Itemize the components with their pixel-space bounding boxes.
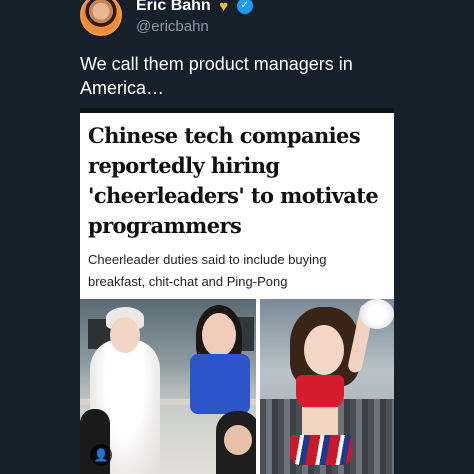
author-handle[interactable]: @ericbahn [136, 18, 209, 35]
author-avatar[interactable] [80, 0, 122, 36]
author-name[interactable]: Eric Bahn [136, 0, 211, 15]
tweet-screenshot: Eric Bahn ♥ ✓ @ericbahn We call them pro… [0, 0, 474, 474]
tweet-text: We call them product managers in America… [80, 54, 353, 98]
face-shape [224, 425, 252, 455]
article-photos [80, 299, 394, 474]
face-shape [110, 317, 140, 353]
article-subheadline: Cheerleader duties said to include buyin… [88, 252, 327, 289]
cheer-skirt [290, 435, 352, 465]
verified-badge-icon: ✓ [236, 0, 253, 14]
blue-top-person [190, 354, 250, 414]
torso-shape [302, 407, 338, 437]
cheerleader-photo [260, 299, 394, 474]
face-shape [304, 325, 344, 375]
face-shape [202, 313, 236, 357]
article-card[interactable]: Chinese tech companies reportedly hiring… [80, 108, 394, 474]
author-name-row: Eric Bahn ♥ ✓ [136, 0, 253, 16]
article-headline: Chinese tech companies reportedly hiring… [88, 123, 379, 238]
cheer-uniform-top [296, 375, 344, 409]
user-icon[interactable]: 👤 [90, 444, 112, 466]
pom-pom [360, 299, 394, 329]
heart-badge-icon: ♥ [219, 0, 229, 15]
